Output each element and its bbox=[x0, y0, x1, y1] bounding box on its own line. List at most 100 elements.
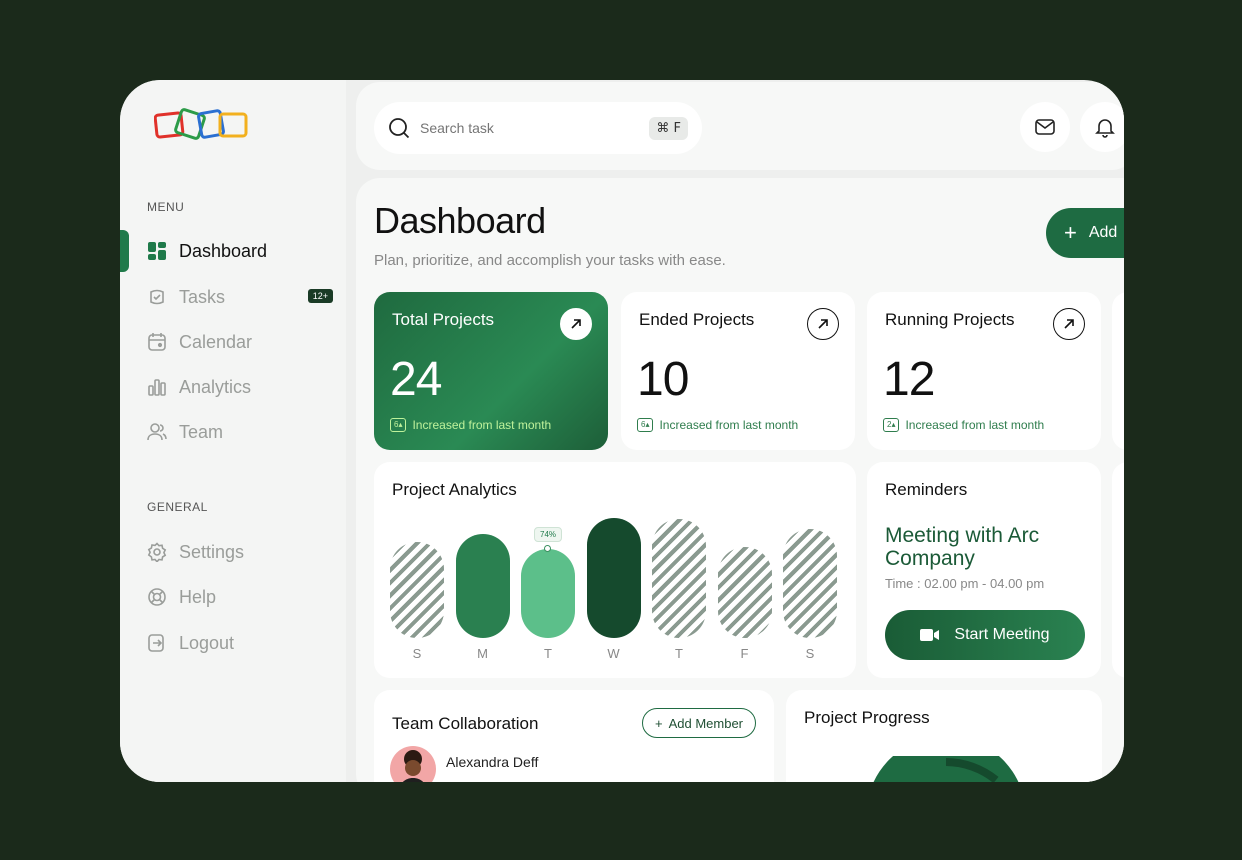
tasks-count-badge: 12+ bbox=[307, 289, 333, 303]
chart-bar[interactable] bbox=[390, 542, 444, 638]
add-project-button[interactable]: + Add bbox=[1046, 208, 1124, 258]
plus-icon: + bbox=[1064, 220, 1077, 245]
chart-tick-label: W bbox=[607, 646, 620, 661]
progress-gauge bbox=[873, 756, 1019, 782]
project-analytics-card: Project Analytics S M T W T F S 74% bbox=[374, 462, 856, 678]
chart-tick-label: T bbox=[675, 646, 683, 661]
sidebar-item-label: Analytics bbox=[179, 376, 252, 397]
search-input[interactable] bbox=[420, 120, 630, 136]
team-collaboration-card: Team Collaboration + Add Member Alexandr… bbox=[374, 690, 774, 782]
sidebar-item-analytics[interactable]: Analytics bbox=[147, 372, 327, 402]
general-section-label: GENERAL bbox=[147, 500, 208, 514]
chart-bar[interactable] bbox=[717, 547, 772, 638]
card-title: Reminders bbox=[885, 480, 968, 499]
sidebar-item-label: Logout bbox=[179, 632, 235, 653]
side-card-partial bbox=[1112, 462, 1124, 678]
analytics-bar-chart: S M T W T F S 74% bbox=[390, 518, 840, 661]
meeting-time: Time : 02.00 pm - 04.00 pm bbox=[885, 576, 1045, 592]
search-icon bbox=[389, 118, 410, 139]
sidebar-item-help[interactable]: Help bbox=[147, 582, 327, 612]
mail-icon bbox=[1035, 119, 1055, 135]
arrow-up-right-icon[interactable] bbox=[1053, 308, 1085, 340]
search-box[interactable]: ⌘ F bbox=[374, 102, 702, 154]
sidebar-item-label: Help bbox=[179, 586, 217, 607]
bar-chart-icon bbox=[147, 377, 167, 397]
menu-section-label: MENU bbox=[147, 200, 185, 214]
page-title: Dashboard bbox=[374, 200, 546, 241]
mail-button[interactable] bbox=[1020, 102, 1070, 152]
chart-tick-label: S bbox=[805, 646, 815, 661]
start-meeting-button[interactable]: Start Meeting bbox=[885, 610, 1085, 660]
stat-trend: 2▴ Increased from last month bbox=[883, 418, 1044, 432]
sidebar-item-calendar[interactable]: Calendar bbox=[147, 327, 327, 357]
tasks-icon bbox=[147, 287, 167, 307]
stat-value: 10 bbox=[637, 353, 689, 406]
trend-badge: 6▴ bbox=[637, 418, 654, 432]
chart-tick-label: M bbox=[477, 646, 488, 661]
sidebar: MENU Dashboard Tasks 12+ Calendar Analyt… bbox=[120, 80, 346, 782]
bell-icon bbox=[1095, 119, 1115, 138]
meeting-title: Meeting with Arc Company bbox=[885, 524, 1040, 571]
sidebar-item-team[interactable]: Team bbox=[147, 417, 327, 447]
chart-bar[interactable] bbox=[783, 529, 837, 638]
chart-tick-label: T bbox=[544, 646, 552, 661]
trend-badge: 6▴ bbox=[390, 418, 407, 432]
sidebar-item-logout[interactable]: Logout bbox=[147, 628, 327, 658]
chart-tick-label: F bbox=[740, 646, 749, 661]
stat-trend: 6▴ Increased from last month bbox=[637, 418, 798, 432]
sidebar-item-label: Calendar bbox=[179, 331, 253, 352]
sidebar-item-label: Dashboard bbox=[179, 240, 268, 261]
sidebar-item-dashboard[interactable]: Dashboard bbox=[147, 236, 327, 266]
trend-text: Increased from last month bbox=[659, 418, 799, 432]
arrow-up-right-icon[interactable] bbox=[807, 308, 839, 340]
card-title: Project Progress bbox=[804, 708, 930, 727]
sidebar-item-settings[interactable]: Settings bbox=[147, 537, 327, 567]
trend-text: Increased from last month bbox=[412, 418, 552, 432]
chart-tick-label: S bbox=[412, 646, 422, 661]
video-camera-icon bbox=[920, 629, 940, 641]
top-bar: ⌘ F bbox=[356, 82, 1124, 170]
chart-bar[interactable] bbox=[586, 518, 641, 638]
chart-marker-dot bbox=[544, 545, 551, 552]
sidebar-item-label: Settings bbox=[179, 541, 245, 562]
add-member-button[interactable]: + Add Member bbox=[641, 708, 756, 738]
sidebar-item-label: Team bbox=[179, 421, 224, 442]
app-window: MENU Dashboard Tasks 12+ Calendar Analyt… bbox=[120, 80, 1124, 782]
stat-card-running[interactable]: Running Projects 12 2▴ Increased from la… bbox=[867, 292, 1101, 450]
stat-card-total[interactable]: Total Projects 24 6▴ Increased from last… bbox=[374, 292, 608, 450]
page-subtitle: Plan, prioritize, and accomplish your ta… bbox=[374, 252, 726, 269]
trend-badge: 2▴ bbox=[883, 418, 900, 432]
calendar-icon bbox=[147, 332, 167, 352]
member-name: Alexandra Deff bbox=[446, 754, 539, 770]
users-icon bbox=[147, 422, 167, 442]
main-content: Dashboard Plan, prioritize, and accompli… bbox=[356, 178, 1124, 782]
avatar bbox=[390, 746, 436, 782]
notifications-button[interactable] bbox=[1080, 102, 1124, 152]
stat-card-ended[interactable]: Ended Projects 10 6▴ Increased from last… bbox=[621, 292, 855, 450]
add-member-label: Add Member bbox=[668, 715, 743, 731]
chart-bar[interactable] bbox=[455, 534, 510, 638]
stat-trend: 6▴ Increased from last month bbox=[390, 418, 551, 432]
reminders-card: Reminders Meeting with Arc Company Time … bbox=[867, 462, 1101, 678]
grid-icon bbox=[147, 241, 167, 261]
list-item[interactable]: Alexandra Deff bbox=[390, 746, 538, 782]
stat-card-partial bbox=[1112, 292, 1124, 450]
arrow-up-right-icon[interactable] bbox=[560, 308, 592, 340]
search-shortcut: ⌘ F bbox=[649, 116, 688, 140]
sidebar-item-tasks[interactable]: Tasks 12+ bbox=[147, 282, 333, 312]
logout-icon bbox=[147, 633, 167, 653]
gear-icon bbox=[147, 542, 167, 562]
project-progress-card: Project Progress bbox=[786, 690, 1102, 782]
plus-icon: + bbox=[654, 715, 663, 731]
stat-value: 12 bbox=[883, 353, 935, 406]
lifebuoy-icon bbox=[147, 587, 167, 607]
active-indicator bbox=[120, 230, 129, 272]
chart-bar[interactable] bbox=[652, 519, 706, 638]
stat-value: 24 bbox=[390, 353, 442, 406]
chart-bar[interactable] bbox=[521, 549, 575, 638]
chart-data-label: 74% bbox=[534, 527, 563, 542]
add-button-label: Add bbox=[1088, 224, 1118, 241]
start-meeting-label: Start Meeting bbox=[954, 626, 1050, 643]
trend-text: Increased from last month bbox=[905, 418, 1045, 432]
sidebar-item-label: Tasks bbox=[179, 286, 226, 307]
